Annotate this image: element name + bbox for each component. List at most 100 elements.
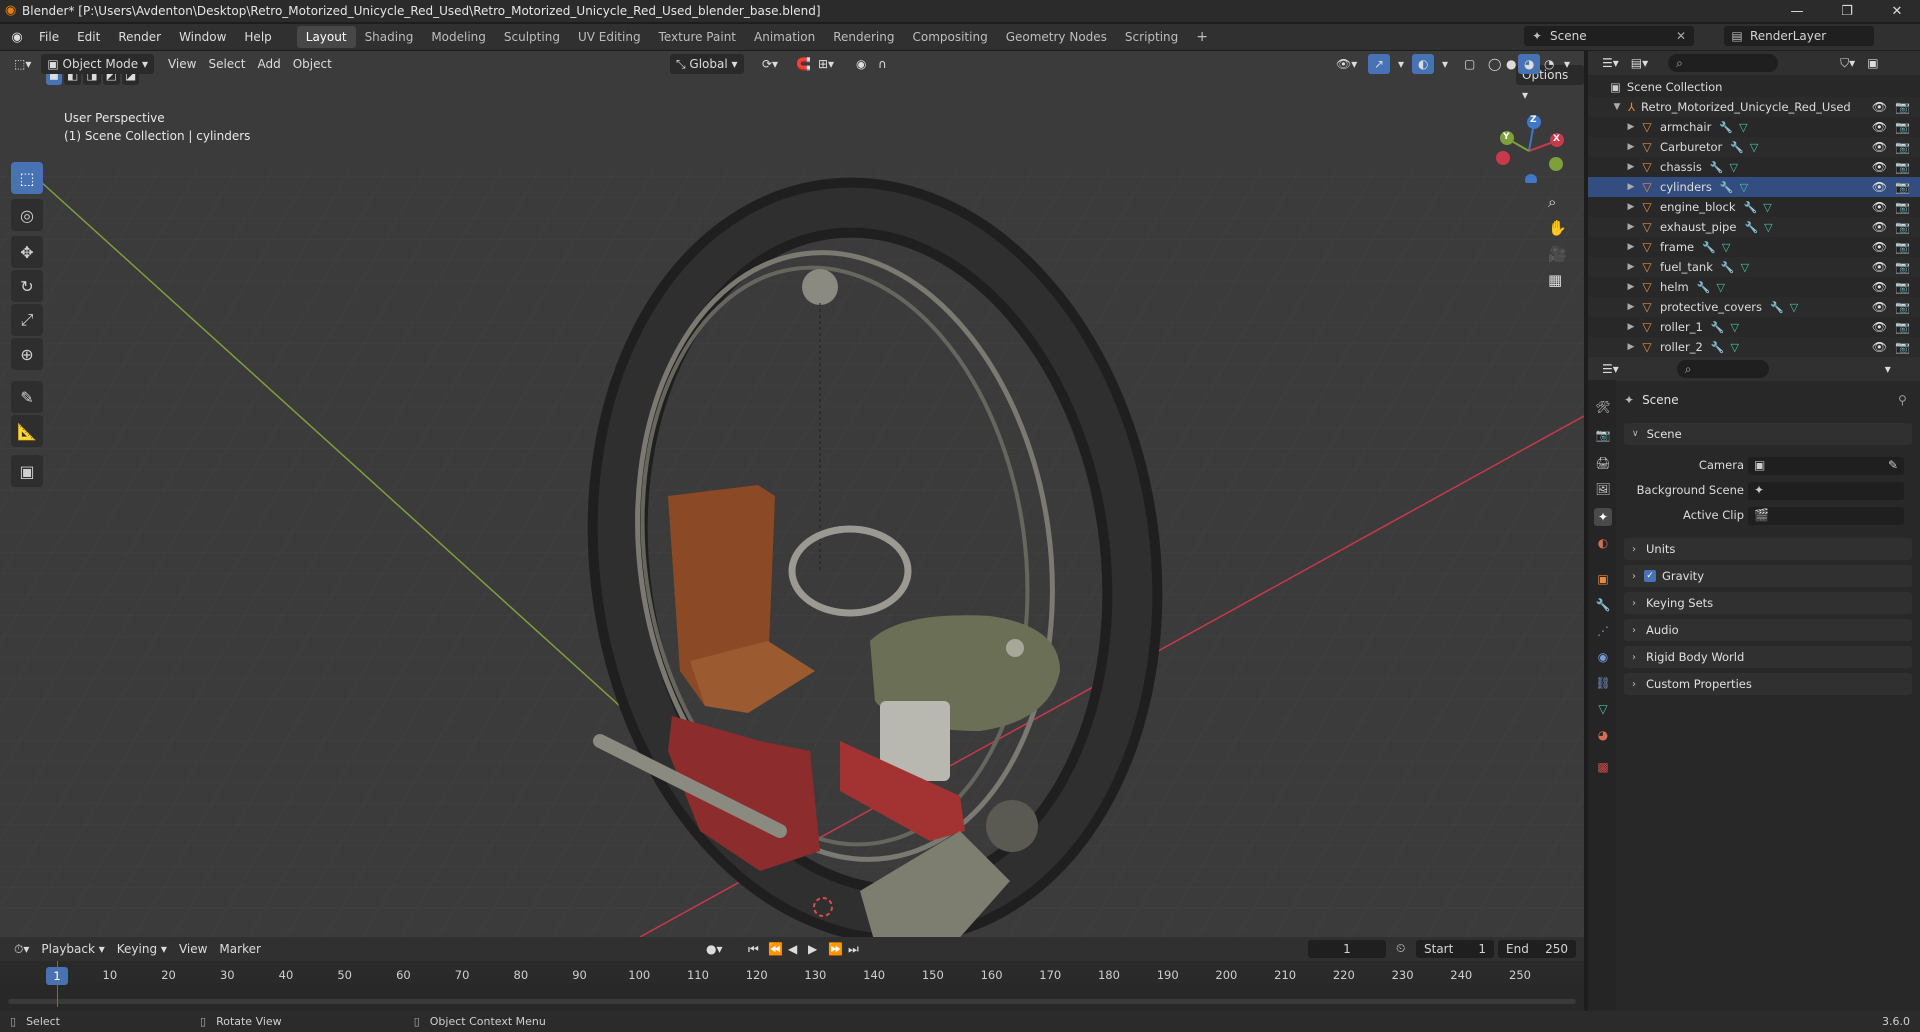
eye-icon[interactable]: 👁 — [1872, 340, 1887, 354]
expand-icon[interactable]: ▶ — [1624, 282, 1638, 292]
expand-icon[interactable]: ▶ — [1624, 142, 1638, 152]
timeline-editor-icon[interactable]: ⏱▾ — [8, 939, 35, 959]
tab-animation[interactable]: Animation — [745, 26, 824, 48]
eye-icon[interactable]: 👁 — [1872, 280, 1887, 294]
camera-icon[interactable]: 📷 — [1895, 160, 1910, 174]
eye-icon[interactable]: 👁 — [1872, 160, 1887, 174]
add-cube-tool-icon[interactable]: ▣ — [11, 455, 43, 487]
scene-panel-header[interactable]: ∨ Scene — [1624, 423, 1912, 445]
menu-render[interactable]: Render — [109, 26, 170, 48]
expand-icon[interactable]: ▶ — [1624, 182, 1638, 192]
tab-layout[interactable]: Layout — [296, 26, 356, 48]
outliner-object-row[interactable]: ▶ ▽ engine_block 🔧 ▽ 👁 📷 — [1588, 197, 1920, 217]
filter-icon[interactable]: ⛉▾ — [1834, 53, 1861, 73]
camera-icon[interactable]: 📷 — [1895, 300, 1910, 314]
camera-icon[interactable]: 📷 — [1895, 220, 1910, 234]
physics-tab-icon[interactable]: ◉ — [1594, 648, 1612, 666]
panel-units[interactable]: › Units — [1624, 538, 1912, 560]
constraints-tab-icon[interactable]: ⛓ — [1594, 674, 1612, 692]
pivot-point-icon[interactable]: ⟳▾ — [756, 54, 784, 74]
blender-menu-icon[interactable]: ◉ — [4, 30, 30, 45]
maximize-button[interactable]: ❐ — [1824, 0, 1870, 22]
play-icon[interactable]: ▶ — [802, 939, 823, 959]
background-scene-field[interactable]: ✦ — [1748, 482, 1904, 500]
pin-icon[interactable]: ✕ — [1676, 29, 1686, 43]
eye-icon[interactable]: 👁 — [1872, 320, 1887, 334]
overlay-dropdown-icon[interactable]: ▾ — [1436, 54, 1454, 74]
pin-icon[interactable]: ⚲ — [1898, 393, 1907, 407]
output-tab-icon[interactable]: 🖨 — [1594, 454, 1612, 472]
camera-field[interactable]: ▣ ✎ — [1748, 457, 1904, 475]
expand-icon[interactable]: ▶ — [1624, 202, 1638, 212]
start-frame-field[interactable]: Start 1 — [1416, 940, 1494, 958]
texture-tab-icon[interactable]: ▩ — [1594, 758, 1612, 776]
gizmo-toggle-icon[interactable]: ↗ — [1368, 54, 1391, 74]
outliner-collection-row[interactable]: ▼ ⅄ Retro_Motorized_Unicycle_Red_Used 👁 📷 — [1588, 97, 1920, 117]
minimize-button[interactable]: — — [1774, 0, 1820, 22]
camera-icon[interactable]: 📷 — [1895, 140, 1910, 154]
panel-keying-sets[interactable]: › Keying Sets — [1624, 592, 1912, 614]
pan-hand-icon[interactable]: ✋ — [1548, 219, 1567, 237]
menu-select[interactable]: Select — [202, 54, 251, 74]
scene-selector[interactable]: ✦ Scene ✕ — [1524, 26, 1694, 46]
menu-file[interactable]: File — [30, 26, 68, 48]
measure-tool-icon[interactable]: 📐 — [11, 415, 43, 447]
tab-scripting[interactable]: Scripting — [1116, 26, 1187, 48]
editor-type-icon[interactable]: ⬚▾ — [8, 54, 37, 74]
camera-icon[interactable]: 📷 — [1895, 280, 1910, 294]
transform-orientation-dropdown[interactable]: ⤡ Global ▾ — [670, 54, 744, 74]
eye-icon[interactable]: 👁 — [1872, 100, 1887, 114]
menu-object[interactable]: Object — [287, 54, 338, 74]
tab-sculpting[interactable]: Sculpting — [495, 26, 569, 48]
outliner-object-row[interactable]: ▶ ▽ cylinders 🔧 ▽ 👁 📷 — [1588, 177, 1920, 197]
panel-audio[interactable]: › Audio — [1624, 619, 1912, 641]
properties-editor-icon[interactable]: ☰▾ — [1596, 359, 1625, 379]
record-icon[interactable]: ●▾ — [700, 939, 729, 959]
tab-texture-paint[interactable]: Texture Paint — [650, 26, 745, 48]
camera-icon[interactable]: 📷 — [1895, 260, 1910, 274]
stopwatch-icon[interactable]: ⏲ — [1396, 941, 1405, 956]
modifier-tab-icon[interactable]: 🔧 — [1594, 596, 1612, 614]
cursor-tool-icon[interactable]: ◎ — [11, 199, 43, 231]
eye-icon[interactable]: 👁 — [1872, 140, 1887, 154]
tab-compositing[interactable]: Compositing — [903, 26, 996, 48]
expand-icon[interactable]: ▶ — [1624, 342, 1638, 352]
outliner-scene-collection[interactable]: ▣ Scene Collection — [1588, 77, 1920, 97]
scene-tab-icon[interactable]: ✦ — [1594, 508, 1612, 526]
annotate-tool-icon[interactable]: ✎ — [11, 381, 43, 413]
outliner-object-row[interactable]: ▶ ▽ armchair 🔧 ▽ 👁 📷 — [1588, 117, 1920, 137]
menu-window[interactable]: Window — [170, 26, 235, 48]
menu-keying[interactable]: Keying ▾ — [111, 939, 173, 959]
eye-icon[interactable]: 👁 — [1872, 300, 1887, 314]
panel-gravity[interactable]: › ✓ Gravity — [1624, 565, 1912, 587]
data-tab-icon[interactable]: ▽ — [1594, 700, 1612, 718]
outliner-search-input[interactable]: ⌕ — [1668, 54, 1779, 72]
panel-rigid-body-world[interactable]: › Rigid Body World — [1624, 646, 1912, 668]
outliner-object-row[interactable]: ▶ ▽ roller_1 🔧 ▽ 👁 📷 — [1588, 317, 1920, 337]
properties-search-input[interactable]: ⌕ — [1676, 360, 1769, 378]
outliner-object-row[interactable]: ▶ ▽ roller_2 🔧 ▽ 👁 📷 — [1588, 337, 1920, 357]
play-reverse-icon[interactable]: ◀ — [782, 939, 803, 959]
camera-icon[interactable]: 📷 — [1895, 340, 1910, 354]
tab-shading[interactable]: Shading — [356, 26, 423, 48]
outliner-object-row[interactable]: ▶ ▽ helm 🔧 ▽ 👁 📷 — [1588, 277, 1920, 297]
outliner-object-row[interactable]: ▶ ▽ fuel_tank 🔧 ▽ 👁 📷 — [1588, 257, 1920, 277]
menu-timeline-view[interactable]: View — [173, 939, 213, 959]
eye-icon[interactable]: 👁 — [1872, 200, 1887, 214]
outliner-object-row[interactable]: ▶ ▽ Carburetor 🔧 ▽ 👁 📷 — [1588, 137, 1920, 157]
menu-view[interactable]: View — [162, 54, 202, 74]
view-layer-tab-icon[interactable]: 🖼 — [1594, 480, 1612, 498]
render-tab-icon[interactable]: 📷 — [1594, 426, 1612, 444]
expand-icon[interactable]: ▶ — [1624, 162, 1638, 172]
properties-options-icon[interactable]: ▾ — [1879, 359, 1897, 379]
camera-icon[interactable]: 📷 — [1895, 120, 1910, 134]
eye-icon[interactable]: 👁 — [1872, 220, 1887, 234]
menu-marker[interactable]: Marker — [213, 939, 266, 959]
falloff-icon[interactable]: ∩ — [872, 54, 893, 74]
navigation-gizmo[interactable]: Z X Y — [1494, 113, 1564, 186]
tab-uv-editing[interactable]: UV Editing — [569, 26, 650, 48]
eye-icon[interactable]: 👁 — [1872, 120, 1887, 134]
tab-modeling[interactable]: Modeling — [422, 26, 495, 48]
close-button[interactable]: ✕ — [1874, 0, 1920, 22]
outliner-object-row[interactable]: ▶ ▽ frame 🔧 ▽ 👁 📷 — [1588, 237, 1920, 257]
